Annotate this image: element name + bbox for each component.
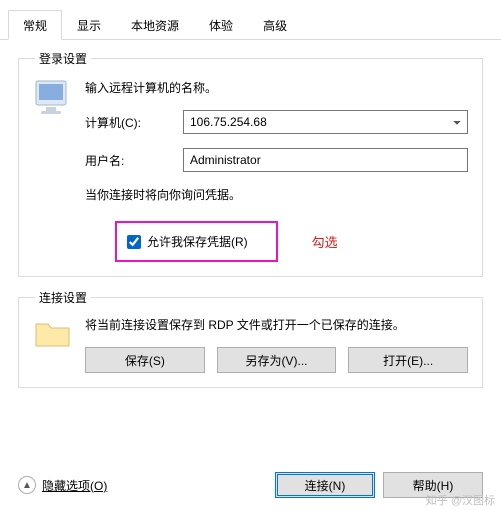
open-button[interactable]: 打开(E)... (348, 347, 468, 373)
login-note: 当你连接时将向你询问凭据。 (85, 186, 468, 203)
tab-bar: 常规 显示 本地资源 体验 高级 (0, 10, 501, 40)
login-settings-group: 登录设置 输入远程计算机的名称。 计算机(C): 106.75.254.68 (18, 50, 483, 277)
hide-options-label: 隐藏选项(O) (42, 477, 107, 494)
user-value: Administrator (183, 148, 468, 172)
chevron-up-icon: ▲ (18, 476, 36, 494)
computer-icon (33, 77, 85, 262)
user-label: 用户名: (85, 152, 177, 169)
tab-local[interactable]: 本地资源 (116, 10, 194, 40)
login-intro: 输入远程计算机的名称。 (85, 79, 468, 96)
saveas-button[interactable]: 另存为(V)... (217, 347, 337, 373)
help-button[interactable]: 帮助(H) (383, 472, 483, 498)
connect-button[interactable]: 连接(N) (275, 472, 375, 498)
save-button[interactable]: 保存(S) (85, 347, 205, 373)
login-legend: 登录设置 (35, 50, 91, 67)
computer-select[interactable]: 106.75.254.68 (183, 110, 468, 134)
tab-exp[interactable]: 体验 (194, 10, 248, 40)
conn-intro: 将当前连接设置保存到 RDP 文件或打开一个已保存的连接。 (85, 316, 468, 333)
tab-adv[interactable]: 高级 (248, 10, 302, 40)
folder-icon (33, 316, 85, 373)
hide-options-toggle[interactable]: ▲ 隐藏选项(O) (18, 476, 107, 494)
conn-legend: 连接设置 (35, 289, 91, 306)
connection-settings-group: 连接设置 将当前连接设置保存到 RDP 文件或打开一个已保存的连接。 保存(S)… (18, 289, 483, 388)
save-credentials-input[interactable] (127, 235, 141, 249)
tab-display[interactable]: 显示 (62, 10, 116, 40)
annotation-check: 勾选 (312, 232, 338, 251)
computer-label: 计算机(C): (85, 114, 177, 131)
save-credentials-checkbox[interactable]: 允许我保存凭据(R) (115, 221, 278, 262)
tab-general[interactable]: 常规 (8, 10, 62, 40)
save-credentials-label: 允许我保存凭据(R) (147, 233, 248, 250)
